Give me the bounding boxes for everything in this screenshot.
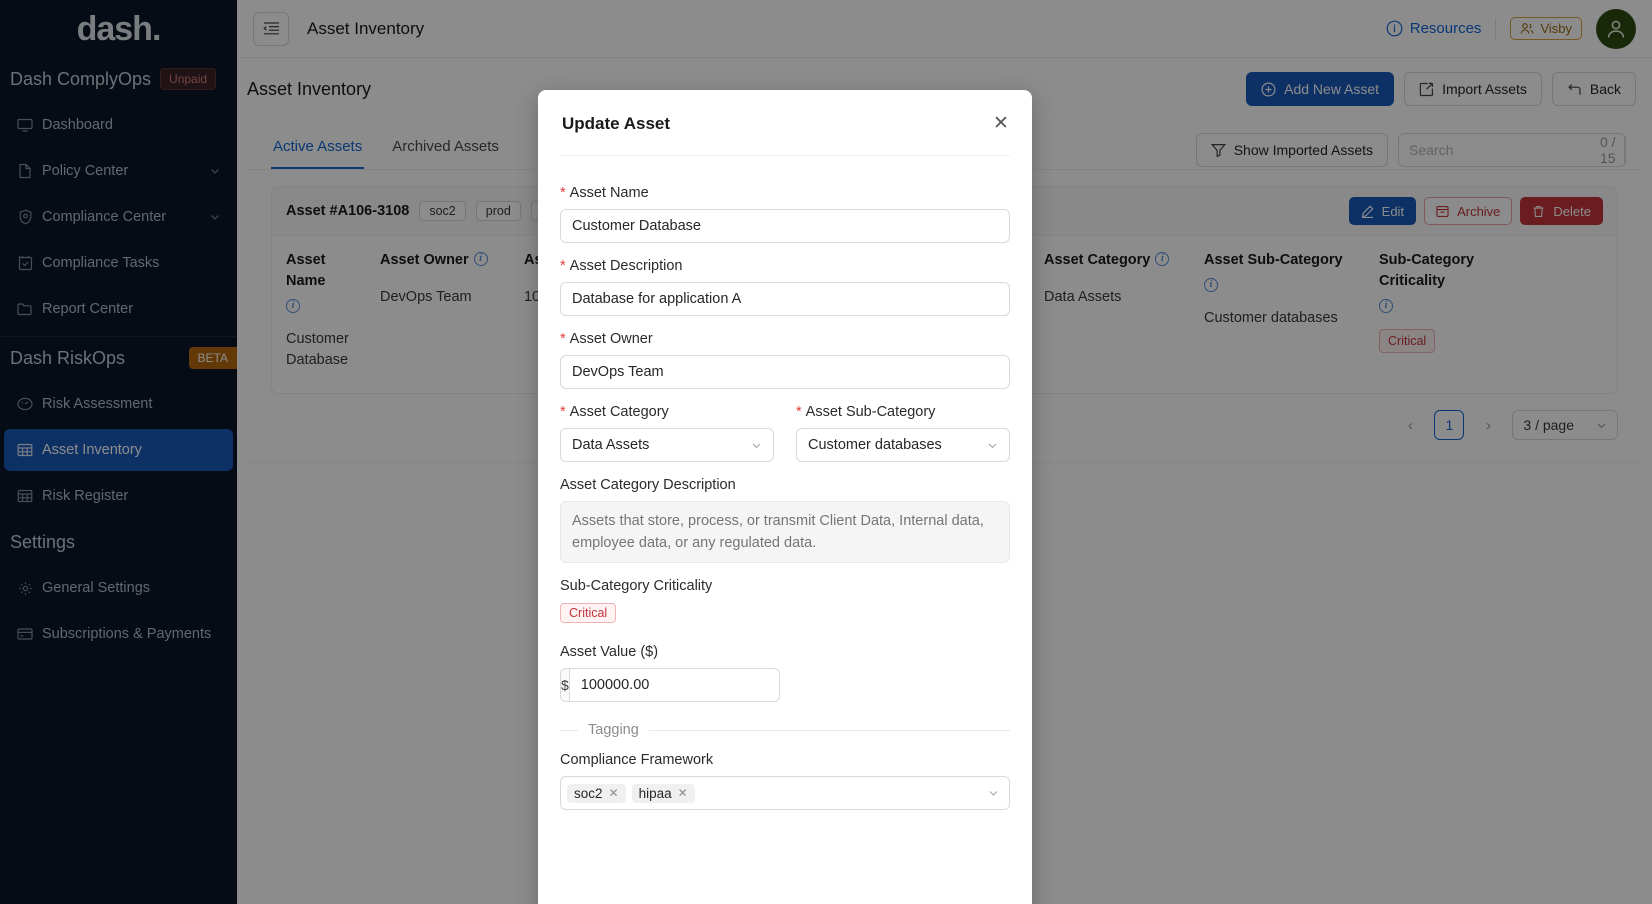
field-asset-sub-category: *Asset Sub-Category Customer databases — [796, 404, 1010, 462]
asset-sub-category-label: *Asset Sub-Category — [796, 404, 1010, 420]
asset-value-input[interactable] — [569, 668, 780, 702]
field-asset-category: *Asset Category Data Assets — [560, 404, 774, 462]
asset-owner-input[interactable] — [560, 355, 1010, 389]
label-text: Asset Category — [570, 404, 669, 420]
field-asset-category-description: Asset Category Description — [560, 477, 1010, 568]
required-asterisk: * — [560, 331, 566, 347]
modal-header: Update Asset ✕ — [538, 90, 1032, 134]
asset-value-group: $ — [560, 668, 764, 702]
chevron-down-icon — [751, 440, 762, 451]
asset-value-label: Asset Value ($) — [560, 644, 1010, 660]
framework-tag-soc2: soc2 ✕ — [567, 784, 626, 803]
compliance-framework-label: Compliance Framework — [560, 752, 1010, 768]
modal-body: *Asset Name *Asset Description *Asset Ow… — [538, 156, 1032, 820]
framework-tag-hipaa: hipaa ✕ — [632, 784, 695, 803]
remove-tag-icon[interactable]: ✕ — [609, 786, 619, 800]
asset-description-label: *Asset Description — [560, 258, 1010, 274]
framework-tag-label: soc2 — [574, 786, 603, 801]
required-asterisk: * — [560, 404, 566, 420]
asset-category-value: Data Assets — [572, 437, 649, 453]
tagging-divider-label: Tagging — [588, 722, 639, 738]
compliance-framework-multiselect[interactable]: soc2 ✕ hipaa ✕ — [560, 776, 1010, 810]
asset-owner-label: *Asset Owner — [560, 331, 1010, 347]
divider-line-right — [649, 730, 1010, 731]
framework-tag-label: hipaa — [639, 786, 672, 801]
field-asset-value: Asset Value ($) $ — [560, 644, 1010, 702]
chevron-down-icon — [988, 788, 999, 799]
divider-line-left — [560, 730, 578, 731]
asset-category-description-label: Asset Category Description — [560, 477, 1010, 493]
asset-name-input[interactable] — [560, 209, 1010, 243]
asset-category-select[interactable]: Data Assets — [560, 428, 774, 462]
label-text: Asset Owner — [570, 331, 653, 347]
close-icon[interactable]: ✕ — [990, 112, 1012, 134]
field-asset-owner: *Asset Owner — [560, 331, 1010, 389]
asset-category-label: *Asset Category — [560, 404, 774, 420]
field-asset-description: *Asset Description — [560, 258, 1010, 316]
currency-prefix: $ — [560, 668, 569, 702]
label-text: Asset Sub-Category — [806, 404, 936, 420]
label-text: Asset Description — [570, 258, 683, 274]
tagging-divider: Tagging — [560, 722, 1010, 738]
app-root: dash. Dash ComplyOps Unpaid Dashboard Po… — [0, 0, 1652, 904]
required-asterisk: * — [560, 258, 566, 274]
sub-category-criticality-label: Sub-Category Criticality — [560, 578, 1010, 594]
update-asset-modal: Update Asset ✕ *Asset Name *Asset Descri… — [538, 90, 1032, 904]
sub-category-criticality-badge: Critical — [560, 603, 616, 623]
remove-tag-icon[interactable]: ✕ — [678, 786, 688, 800]
asset-sub-category-select[interactable]: Customer databases — [796, 428, 1010, 462]
required-asterisk: * — [560, 185, 566, 201]
field-asset-name: *Asset Name — [560, 185, 1010, 243]
asset-name-label: *Asset Name — [560, 185, 1010, 201]
modal-title: Update Asset — [562, 114, 1008, 134]
asset-category-description-textarea[interactable] — [560, 501, 1010, 563]
chevron-down-icon — [987, 440, 998, 451]
asset-sub-category-value: Customer databases — [808, 437, 942, 453]
label-text: Asset Name — [570, 185, 649, 201]
field-category-row: *Asset Category Data Assets *Asset Sub-C… — [560, 404, 1010, 462]
asset-description-input[interactable] — [560, 282, 1010, 316]
field-sub-category-criticality: Sub-Category Criticality Critical — [560, 578, 1010, 623]
field-compliance-framework: Compliance Framework soc2 ✕ hipaa ✕ — [560, 752, 1010, 810]
required-asterisk: * — [796, 404, 802, 420]
